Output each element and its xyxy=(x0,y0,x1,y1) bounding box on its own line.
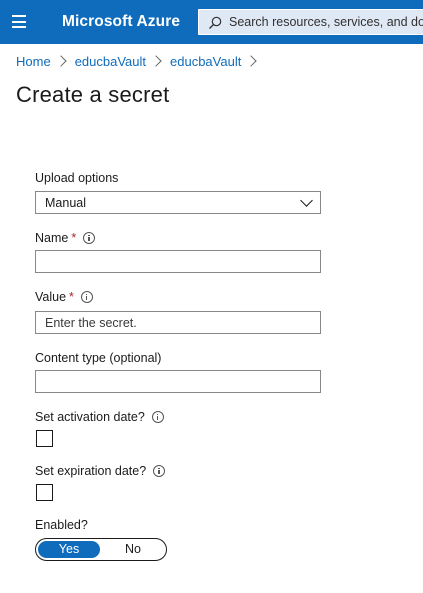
info-icon[interactable] xyxy=(151,410,164,423)
name-label-text: Name xyxy=(35,231,69,245)
required-mark: * xyxy=(71,231,77,245)
value-label-text: Value xyxy=(35,290,67,304)
expiration-checkbox[interactable] xyxy=(36,484,53,501)
value-input[interactable]: Enter the secret. xyxy=(35,311,321,334)
chevron-right-icon xyxy=(245,55,258,67)
upload-options-value: Manual xyxy=(45,196,86,210)
name-input[interactable] xyxy=(35,250,321,273)
content-type-label: Content type (optional) xyxy=(35,351,162,365)
search-icon xyxy=(209,16,222,29)
search-input[interactable]: Search resources, services, and do xyxy=(198,9,423,35)
activation-label: Set activation date? xyxy=(35,410,164,424)
page-title: Create a secret xyxy=(16,82,170,107)
breadcrumb-home[interactable]: Home xyxy=(16,54,51,69)
enabled-toggle: Yes No xyxy=(35,538,167,561)
expiration-label-text: Set expiration date? xyxy=(35,464,147,478)
breadcrumb: Home educbaVault educbaVault xyxy=(16,54,265,72)
breadcrumb-vault-secrets[interactable]: educbaVault xyxy=(170,54,241,69)
top-bar: Microsoft Azure Search resources, servic… xyxy=(0,0,423,44)
info-icon[interactable] xyxy=(153,464,166,477)
required-mark: * xyxy=(69,290,74,304)
enabled-no-option[interactable]: No xyxy=(102,539,164,560)
activation-checkbox[interactable] xyxy=(36,430,53,447)
chevron-down-icon xyxy=(300,194,313,207)
activation-label-text: Set activation date? xyxy=(35,410,145,424)
value-placeholder: Enter the secret. xyxy=(45,316,137,330)
enabled-yes-option[interactable]: Yes xyxy=(38,541,100,558)
info-icon[interactable] xyxy=(80,290,93,303)
chevron-right-icon xyxy=(150,55,162,67)
upload-options-dropdown[interactable]: Manual xyxy=(35,191,321,214)
expiration-label: Set expiration date? xyxy=(35,464,166,478)
brand-title[interactable]: Microsoft Azure xyxy=(62,13,180,31)
enabled-label: Enabled? xyxy=(35,518,88,532)
value-label: Value * xyxy=(35,290,93,304)
name-label: Name * xyxy=(35,231,96,245)
menu-icon[interactable] xyxy=(12,15,26,28)
upload-options-label: Upload options xyxy=(35,171,119,185)
chevron-right-icon xyxy=(55,55,67,67)
breadcrumb-vault[interactable]: educbaVault xyxy=(75,54,146,69)
search-placeholder: Search resources, services, and do xyxy=(229,15,423,29)
content-type-input[interactable] xyxy=(35,370,321,393)
info-icon[interactable] xyxy=(83,231,96,244)
